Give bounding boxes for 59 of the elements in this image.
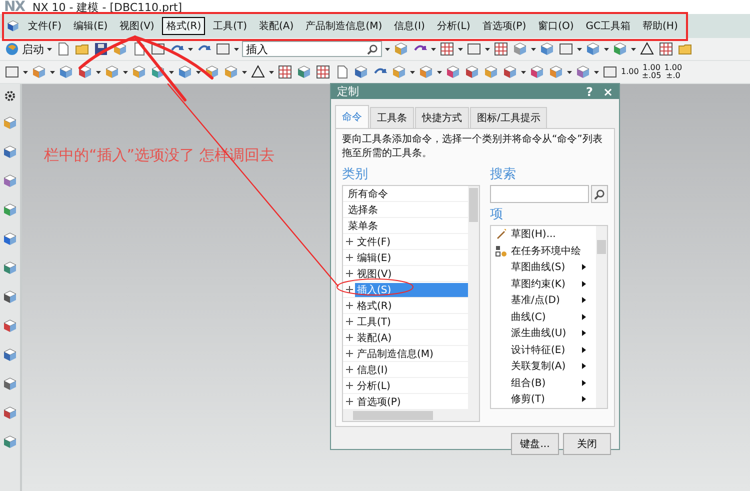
command-item[interactable]: 设计特征(E) — [511, 342, 578, 357]
menu-item[interactable]: 工具(T) — [209, 17, 252, 35]
menu-item[interactable]: 格式(R) — [162, 17, 206, 35]
start-button[interactable]: 启动 — [4, 41, 44, 57]
window-title: NX 10 - 建模 - [DBC110.prt] — [32, 0, 182, 14]
command-item[interactable]: 草图曲线(S) — [511, 260, 578, 274]
category-item[interactable]: 工具(T) — [355, 314, 468, 328]
menu-item[interactable]: 装配(A) — [255, 17, 298, 35]
category-item[interactable]: 所有命令 — [346, 186, 468, 200]
menu-item[interactable]: 信息(I) — [390, 17, 429, 35]
tab[interactable]: 命令 — [335, 105, 369, 128]
command-item[interactable]: 草图(H)... — [511, 227, 596, 242]
dialog-title: 定制 — [337, 84, 360, 99]
menu-item[interactable]: 窗口(O) — [534, 17, 578, 35]
command-item[interactable]: 基准/点(D) — [511, 293, 578, 308]
category-list[interactable]: 所有命令 选择条 菜单条 文件(F) 编辑(E) 视图(V) 插入(S) 格式(R) 工具(T) 装配(A) 产品制造信息(M) 信息(I) 分析(L) 首选项(P) — [342, 185, 480, 422]
command-item[interactable]: 关联复制(A) — [511, 359, 578, 374]
command-item[interactable]: 修剪(T) — [511, 392, 578, 406]
category-item[interactable]: 首选项(P) — [355, 394, 468, 408]
help-button[interactable]: ? — [586, 84, 593, 98]
menu-item[interactable]: 帮助(H) — [638, 17, 682, 35]
menu-item[interactable]: 视图(V) — [116, 17, 158, 35]
category-item[interactable]: 菜单条 — [346, 218, 468, 232]
command-item[interactable]: 在任务环境中绘 — [511, 244, 596, 258]
search-heading: 搜索 — [490, 166, 517, 183]
command-item[interactable]: 派生曲线(U) — [511, 326, 578, 340]
category-item[interactable]: 信息(I) — [355, 362, 468, 376]
dimension-style-button[interactable]: 1.00 ±.05 — [642, 64, 662, 80]
items-heading: 项 — [490, 206, 504, 223]
category-item[interactable]: 选择条 — [346, 202, 468, 216]
command-finder-field[interactable]: 插入 — [242, 41, 382, 57]
category-item[interactable]: 分析(L) — [355, 378, 468, 392]
dimension-style-button[interactable]: 1.00 ±.0 — [664, 64, 682, 80]
dialog-button[interactable]: 关闭 — [563, 433, 611, 455]
menu-item[interactable]: 分析(L) — [432, 17, 474, 35]
category-item[interactable]: 装配(A) — [355, 330, 468, 344]
category-item[interactable]: 视图(V) — [355, 266, 468, 280]
close-button[interactable]: × — [602, 84, 613, 98]
menu-item[interactable]: 产品制造信息(M) — [302, 17, 386, 35]
dimension-style-button[interactable]: 1.00 — [621, 68, 639, 76]
tab[interactable]: 工具条 — [370, 107, 414, 128]
category-item[interactable]: 编辑(E) — [355, 250, 468, 264]
app-logo: NX — [4, 0, 25, 15]
menu-item[interactable]: 文件(F) — [24, 17, 66, 35]
category-item[interactable]: 文件(F) — [355, 234, 468, 248]
menu-item[interactable]: 编辑(E) — [70, 17, 112, 35]
dialog-button[interactable]: 键盘... — [511, 433, 559, 455]
tab[interactable]: 快捷方式 — [415, 107, 469, 128]
category-item[interactable]: 格式(R) — [355, 298, 468, 312]
command-item[interactable]: 草图约束(K) — [511, 276, 578, 291]
items-list[interactable]: 草图(H)... 在任务环境中绘 草图曲线(S) 草图约束(K) 基准/点(D) 曲线(C) 派生曲线(U) 设计特征(E) 关联复制(A) 组合(B) 修剪(T) — [490, 225, 608, 408]
command-item[interactable]: 组合(B) — [511, 376, 578, 390]
category-heading: 类别 — [342, 166, 369, 183]
instruction-text: 要向工具条添加命令，选择一个类别并将命令从“命令”列表拖至所需的工具条。 — [342, 133, 604, 161]
category-item[interactable]: 产品制造信息(M) — [355, 346, 468, 360]
menu-item[interactable]: GC工具箱 — [582, 17, 635, 35]
menu-item[interactable]: 首选项(P) — [478, 17, 530, 35]
command-item[interactable]: 曲线(C) — [511, 310, 578, 324]
tab[interactable]: 图标/工具提示 — [470, 107, 548, 128]
